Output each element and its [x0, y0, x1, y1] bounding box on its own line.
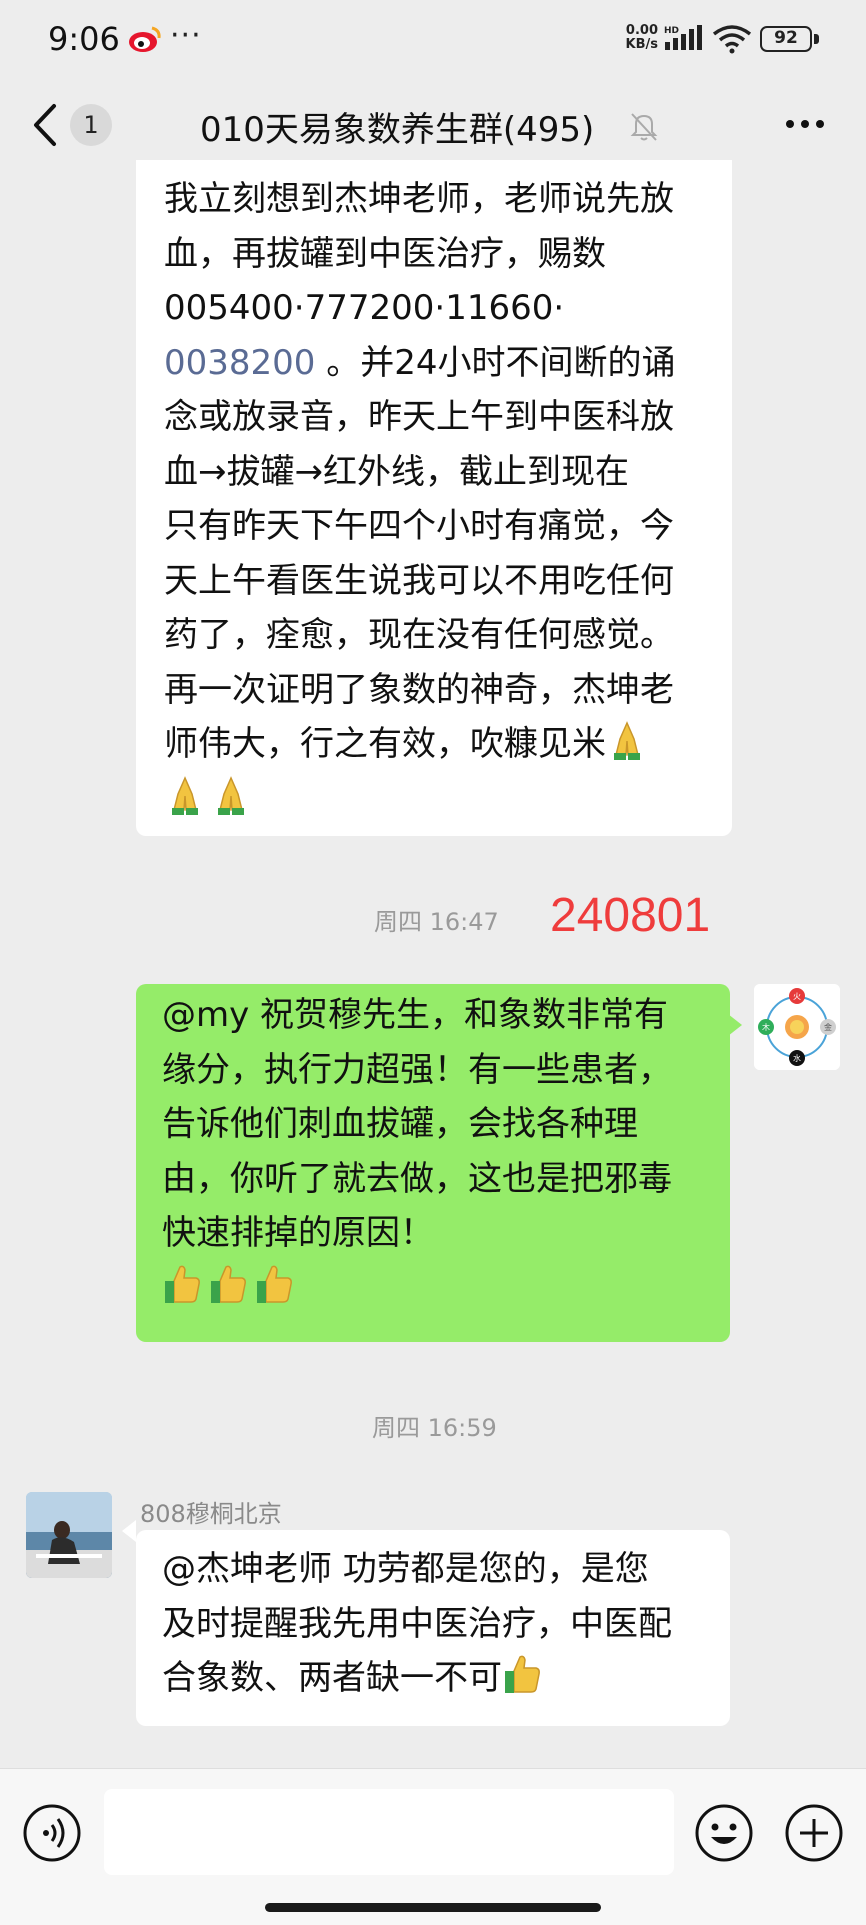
unread-badge[interactable]: 1	[70, 104, 112, 146]
network-speed: 0.00 KB/s	[614, 24, 658, 52]
folded-hands-emoji	[172, 775, 198, 815]
message-line: 0038200 。并24小时不间断的诵	[164, 336, 714, 391]
input-bar	[0, 1768, 866, 1925]
status-more-dots: ···	[170, 18, 202, 53]
message-line: 005400·777200·11660·	[164, 288, 565, 328]
message-line-text: 师伟大，行之有效，吹糠见米	[164, 724, 606, 764]
element-metal-label: 金	[824, 1022, 832, 1032]
status-time: 9:06	[48, 20, 120, 58]
message-line: 及时提醒我先用中医治疗，中医配	[162, 1603, 672, 1644]
message-bubble[interactable]: 我立刻想到杰坤老师，老师说先放 血，再拔罐到中医治疗，赐数 005400·777…	[136, 160, 732, 836]
avatar[interactable]	[26, 1492, 112, 1578]
bubble-tail	[728, 1014, 742, 1036]
message-line: 再一次证明了象数的神奇，杰坤老	[164, 669, 674, 710]
battery-level: 92	[760, 26, 812, 52]
bell-off-icon	[630, 113, 658, 141]
chat-header: 1 010天易象数养生群(495)	[0, 80, 866, 170]
chevron-left-icon[interactable]	[28, 102, 62, 148]
message-line: 血，再拔罐到中医治疗，赐数	[164, 233, 606, 274]
message-bubble[interactable]: @my 祝贺穆先生，和象数非常有 缘分，执行力超强！有一些患者， 告诉他们刺血拔…	[136, 984, 730, 1342]
message-line: 药了，痊愈，现在没有任何感觉。	[164, 615, 674, 655]
message-line: 合象数、两者缺一不可	[162, 1651, 714, 1706]
message-line	[164, 772, 714, 827]
message-line: 念或放录音，昨天上午到中医科放	[164, 397, 674, 437]
plus-icon[interactable]	[784, 1803, 844, 1863]
message-line: 只有昨天下午四个小时有痛觉，今	[164, 506, 674, 546]
message-line: 天上午看医生说我可以不用吃任何	[164, 560, 674, 601]
thumbs-up-emoji	[165, 1265, 200, 1303]
hd-label: HD	[664, 26, 679, 36]
message-line: 告诉他们刺血拔罐，会找各种理	[162, 1104, 638, 1144]
message-line: @my 祝贺穆先生，和象数非常有	[162, 995, 669, 1035]
message-line-text: 合象数、两者缺一不可	[162, 1658, 502, 1698]
message-line	[162, 1261, 714, 1316]
voice-icon[interactable]	[22, 1803, 82, 1863]
thumbs-up-emoji	[257, 1265, 292, 1303]
thumbs-up-emoji	[505, 1655, 540, 1693]
folded-hands-emoji	[218, 775, 244, 815]
message-line: @杰坤老师 功劳都是您的，是您	[162, 1549, 649, 1589]
wifi-icon	[712, 25, 752, 54]
thumbs-up-emoji	[211, 1265, 246, 1303]
five-elements-avatar-icon: 火 木 金 水	[754, 984, 840, 1070]
timestamp: 周四 16:47	[374, 908, 499, 936]
message-line: 我立刻想到杰坤老师，老师说先放	[164, 179, 674, 219]
message-input[interactable]	[104, 1789, 674, 1875]
page-title: 010天易象数养生群(495)	[200, 110, 595, 150]
weibo-icon	[129, 26, 161, 52]
home-indicator[interactable]	[265, 1903, 601, 1912]
message-line: 由，你听了就去做，这也是把邪毒	[162, 1158, 672, 1199]
element-wood-label: 木	[762, 1022, 770, 1032]
red-number-annotation: 240801	[550, 889, 711, 942]
status-bar: 9:06 ··· 0.00 KB/s HD 92	[0, 0, 866, 80]
message-line: 缘分，执行力超强！有一些患者，	[162, 1049, 672, 1090]
signal-icon: HD	[664, 25, 702, 50]
speed-unit: KB/s	[625, 37, 658, 52]
emoji-icon[interactable]	[694, 1803, 754, 1863]
message-line: 师伟大，行之有效，吹糠见米	[164, 717, 714, 772]
timestamp: 周四 16:59	[372, 1414, 497, 1442]
avatar[interactable]: 火 木 金 水	[754, 984, 840, 1070]
battery-icon: 92	[760, 26, 820, 52]
message-bubble[interactable]: @杰坤老师 功劳都是您的，是您 及时提醒我先用中医治疗，中医配 合象数、两者缺一…	[136, 1530, 730, 1726]
message-line-text: 。并24小时不间断的诵	[315, 342, 676, 383]
folded-hands-emoji	[614, 721, 640, 760]
sender-name[interactable]: 808穆桐北京	[140, 1494, 282, 1529]
number-link[interactable]: 0038200	[164, 343, 315, 383]
user-photo-avatar-icon	[26, 1492, 112, 1578]
message-line: 血→拔罐→红外线，截止到现在	[164, 451, 629, 492]
bubble-tail	[122, 1520, 136, 1542]
element-fire-label: 火	[793, 992, 801, 1001]
element-water-label: 水	[793, 1053, 801, 1063]
message-line: 快速排掉的原因！	[162, 1213, 434, 1253]
more-dots-icon[interactable]	[780, 104, 830, 144]
speed-value: 0.00	[625, 23, 658, 38]
